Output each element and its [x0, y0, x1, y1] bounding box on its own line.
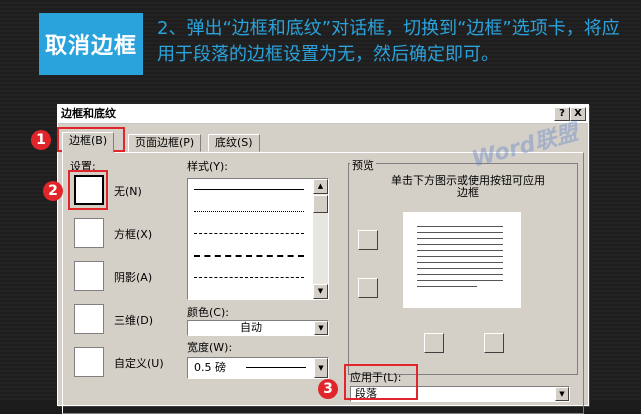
step-badge-1: 1: [31, 130, 51, 150]
setting-shadow-label[interactable]: 阴影(A): [114, 269, 152, 285]
setting-none-label[interactable]: 无(N): [114, 183, 142, 199]
dialog-titlebar: 边框和底纹 ? X: [58, 105, 588, 124]
preview-text-line: [417, 232, 503, 233]
style-dashed[interactable]: [194, 233, 304, 234]
step-badge-3: 3: [318, 379, 338, 399]
style-solid[interactable]: [194, 189, 304, 190]
border-top-button[interactable]: [358, 230, 378, 250]
scroll-thumb[interactable]: [313, 195, 328, 213]
setting-custom-icon[interactable]: [74, 347, 104, 377]
highlight-setting-none: [68, 170, 108, 210]
width-select[interactable]: 0.5 磅 ▼: [187, 357, 329, 379]
dialog-title: 边框和底纹: [61, 107, 116, 120]
preview-text-line: [417, 262, 503, 263]
style-label: 样式(Y):: [187, 160, 229, 173]
style-listbox[interactable]: ▲ ▼: [187, 178, 329, 300]
tab-borders[interactable]: 边框(B): [62, 132, 115, 153]
banner-title: 取消边框: [39, 13, 143, 75]
chevron-down-icon[interactable]: ▼: [555, 387, 569, 401]
style-scrollbar[interactable]: ▲ ▼: [313, 179, 328, 299]
preview-page[interactable]: [403, 212, 521, 308]
preview-text-line: [417, 268, 503, 269]
preview-text-line: [417, 274, 503, 275]
preview-text-line: [417, 250, 503, 251]
step-badge-2: 2: [43, 181, 63, 201]
preview-text-line: [417, 244, 503, 245]
border-left-button[interactable]: [424, 333, 444, 353]
preview-label: 预览: [350, 157, 376, 173]
border-bottom-button[interactable]: [358, 278, 378, 298]
style-dash-dot[interactable]: [194, 277, 304, 278]
preview-text-line: [417, 238, 503, 239]
width-label: 宽度(W):: [187, 341, 233, 354]
preview-text-line: [417, 256, 503, 257]
setting-3d-icon[interactable]: [74, 304, 104, 334]
chevron-down-icon[interactable]: ▼: [314, 321, 328, 335]
setting-box-icon[interactable]: [74, 218, 104, 248]
scroll-down-icon[interactable]: ▼: [313, 284, 328, 299]
tab-page-border[interactable]: 页面边框(P): [128, 134, 202, 152]
preview-hint: 单击下方图示或使用按钮可应用边框: [391, 174, 545, 199]
setting-shadow-icon[interactable]: [74, 261, 104, 291]
tab-shading[interactable]: 底纹(S): [208, 134, 260, 152]
preview-text-line: [417, 286, 477, 287]
preview-text-line: [417, 280, 503, 281]
highlight-apply-to: [344, 364, 418, 400]
style-long-dash[interactable]: [194, 255, 304, 257]
chevron-down-icon[interactable]: ▼: [314, 358, 328, 378]
preview-text-line: [417, 226, 503, 227]
color-label: 颜色(C):: [187, 306, 229, 319]
setting-custom-label[interactable]: 自定义(U): [114, 355, 164, 371]
color-select[interactable]: 自动 ▼: [187, 320, 329, 336]
banner-description: 2、弹出“边框和底纹”对话框，切换到“边框”选项卡，将应用于段落的边框设置为无，…: [157, 18, 620, 65]
style-dotted[interactable]: [194, 211, 304, 212]
border-right-button[interactable]: [484, 333, 504, 353]
width-line-sample: [246, 367, 306, 368]
scroll-up-icon[interactable]: ▲: [313, 179, 328, 194]
setting-3d-label[interactable]: 三维(D): [114, 312, 153, 328]
width-value: 0.5 磅: [194, 361, 226, 374]
setting-box-label[interactable]: 方框(X): [114, 226, 152, 242]
color-value: 自动: [240, 321, 262, 334]
